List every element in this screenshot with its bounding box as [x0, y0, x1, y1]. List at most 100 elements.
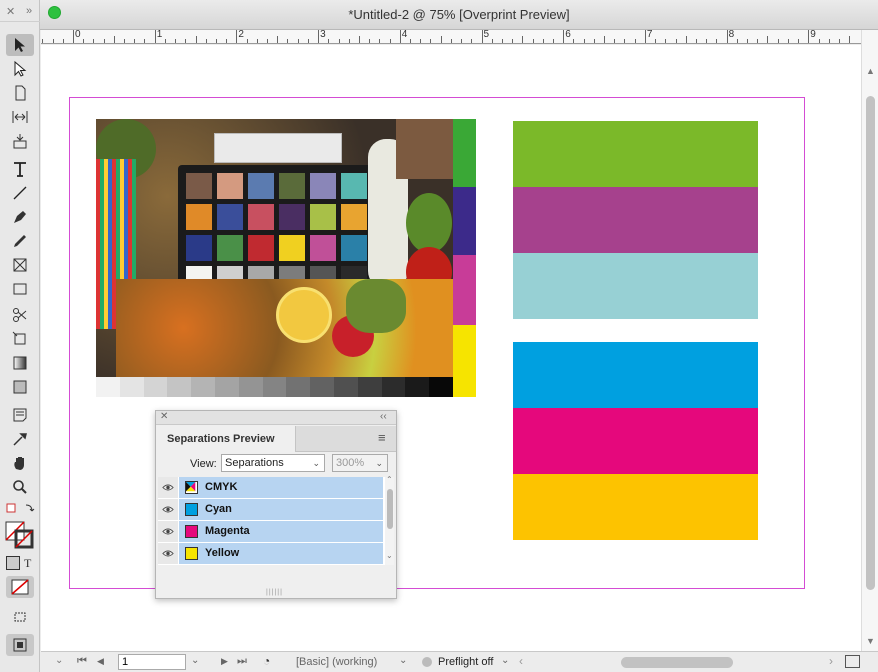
separations-preview-panel: ✕ ‹‹ Separations Preview ≡ View: Separat… [155, 410, 397, 599]
checker-swatch [186, 204, 212, 230]
eye-icon[interactable] [158, 543, 178, 564]
zoom-menu-chevron-icon[interactable]: ⌄ [55, 655, 63, 666]
checker-swatch [217, 204, 243, 230]
view-dropdown[interactable]: Separations ⌄ [221, 454, 325, 472]
ruler-major-tick [644, 30, 646, 43]
tools-collapse-button[interactable]: » [26, 5, 32, 17]
ruler-minor-tick [757, 39, 759, 43]
first-page-button[interactable]: ⏮ [77, 655, 87, 668]
page-number-field[interactable]: 1 [118, 654, 186, 670]
scissors-tool-icon[interactable] [6, 304, 34, 326]
panel-resize-grip-icon[interactable]: |||||| [266, 589, 283, 596]
screen-mode-icon[interactable] [6, 606, 34, 628]
checker-swatch [310, 173, 336, 199]
color-bar-cyan[interactable] [513, 342, 758, 408]
eye-icon[interactable] [158, 521, 178, 542]
ruler-label: 1 [156, 29, 163, 40]
chevron-down-icon[interactable]: ⌄ [386, 551, 393, 560]
scroll-right-arrow-icon[interactable]: › [829, 654, 833, 668]
color-bar-purple[interactable] [513, 187, 758, 253]
horizontal-ruler[interactable]: 0 1 2 3 4 5 6 7 8 9 [41, 29, 861, 44]
page-menu-chevron-icon[interactable]: ⌄ [191, 655, 199, 666]
preflight-status[interactable]: Preflight off [438, 656, 493, 668]
color-strip-block [453, 187, 476, 255]
separation-body: Yellow [179, 543, 383, 564]
chevron-up-icon[interactable]: ⌃ [386, 475, 393, 484]
zoom-tool-icon[interactable] [6, 476, 34, 498]
direct-selection-tool-icon[interactable] [6, 58, 34, 80]
gradient-feather-tool-icon[interactable] [6, 376, 34, 398]
ruler-minor-tick [828, 39, 830, 43]
color-bar-yellow[interactable] [513, 474, 758, 540]
page-tool-icon[interactable] [6, 82, 34, 104]
checker-swatch [341, 173, 367, 199]
rectangle-tool-icon[interactable] [6, 278, 34, 300]
separation-row-cyan[interactable]: Cyan [158, 499, 383, 520]
last-page-button[interactable]: ⏭ [237, 655, 247, 668]
ruler-minor-tick [134, 39, 136, 43]
checker-swatch [279, 204, 305, 230]
separation-row-cmyk[interactable]: CMYK [158, 477, 383, 498]
panel-collapse-button[interactable]: ‹‹ [380, 411, 387, 422]
placed-image-color-checker[interactable] [96, 119, 476, 397]
separations-scroll-thumb[interactable] [387, 489, 393, 529]
open-page-icon[interactable]: ◔ [263, 654, 270, 668]
zoom-dropdown-value: 300% [336, 457, 365, 469]
previous-page-button[interactable]: ◀ [97, 656, 104, 667]
vertical-scrollbar[interactable]: ▲ ▼ [861, 30, 878, 651]
formatting-text-icon[interactable]: T [24, 556, 31, 571]
photo-lemon-slice [276, 287, 332, 343]
rectangle-frame-tool-icon[interactable] [6, 254, 34, 276]
panel-close-button[interactable]: ✕ [160, 411, 168, 422]
swap-fill-stroke-icon[interactable] [4, 500, 36, 520]
gap-tool-icon[interactable] [6, 106, 34, 128]
color-strip-block [453, 119, 476, 187]
eye-icon[interactable] [158, 477, 178, 498]
ruler-label: 7 [646, 29, 653, 40]
next-page-button[interactable]: ▶ [221, 656, 228, 667]
tools-close-button[interactable]: ✕ [6, 5, 15, 18]
type-tool-icon[interactable] [6, 158, 34, 180]
free-transform-tool-icon[interactable] [6, 328, 34, 350]
style-status[interactable]: [Basic] (working) [296, 656, 377, 668]
formatting-container-icon[interactable] [6, 556, 20, 570]
separation-row-magenta[interactable]: Magenta [158, 521, 383, 542]
checker-swatch [248, 173, 274, 199]
separations-list-scrollbar[interactable]: ⌃ ⌄ [385, 475, 394, 565]
ruler-minor-tick [706, 39, 708, 43]
vertical-scroll-thumb[interactable] [866, 96, 875, 590]
separation-name: Magenta [205, 525, 250, 537]
pencil-tool-icon[interactable] [6, 230, 34, 252]
ruler-minor-tick [410, 39, 411, 43]
horizontal-scroll-thumb[interactable] [621, 657, 733, 668]
style-menu-chevron-icon[interactable]: ⌄ [399, 655, 407, 666]
line-tool-icon[interactable] [6, 182, 34, 204]
gradient-swatch-tool-icon[interactable] [6, 352, 34, 374]
note-tool-icon[interactable] [6, 404, 34, 426]
view-mode-button[interactable] [6, 634, 34, 656]
eyedropper-tool-icon[interactable] [6, 428, 34, 450]
ruler-minor-tick [593, 39, 595, 43]
apply-none-button[interactable] [6, 576, 34, 598]
ruler-minor-tick [215, 39, 217, 43]
split-layout-icon[interactable] [845, 655, 860, 668]
scroll-down-arrow-icon[interactable]: ▼ [866, 636, 875, 646]
fill-stroke-swatch[interactable] [4, 520, 36, 550]
color-bar-magenta[interactable] [513, 408, 758, 474]
panel-menu-icon[interactable]: ≡ [378, 430, 386, 445]
eye-icon[interactable] [158, 499, 178, 520]
ruler-minor-tick [501, 39, 503, 43]
content-collector-tool-icon[interactable] [6, 130, 34, 152]
selection-tool-icon[interactable] [6, 34, 34, 56]
panel-tab-separations-preview[interactable]: Separations Preview [156, 426, 296, 452]
hand-tool-icon[interactable] [6, 452, 34, 474]
zoom-dropdown[interactable]: 300% ⌄ [332, 454, 388, 472]
pen-tool-icon[interactable] [6, 206, 34, 228]
color-bar-green[interactable] [513, 121, 758, 187]
color-bar-light-cyan[interactable] [513, 253, 758, 319]
scroll-left-arrow-icon[interactable]: ‹ [519, 654, 523, 668]
preflight-menu-chevron-icon[interactable]: ⌄ [501, 655, 509, 666]
photo-broccoli [346, 279, 406, 333]
separation-row-yellow[interactable]: Yellow [158, 543, 383, 564]
scroll-up-arrow-icon[interactable]: ▲ [866, 66, 875, 76]
